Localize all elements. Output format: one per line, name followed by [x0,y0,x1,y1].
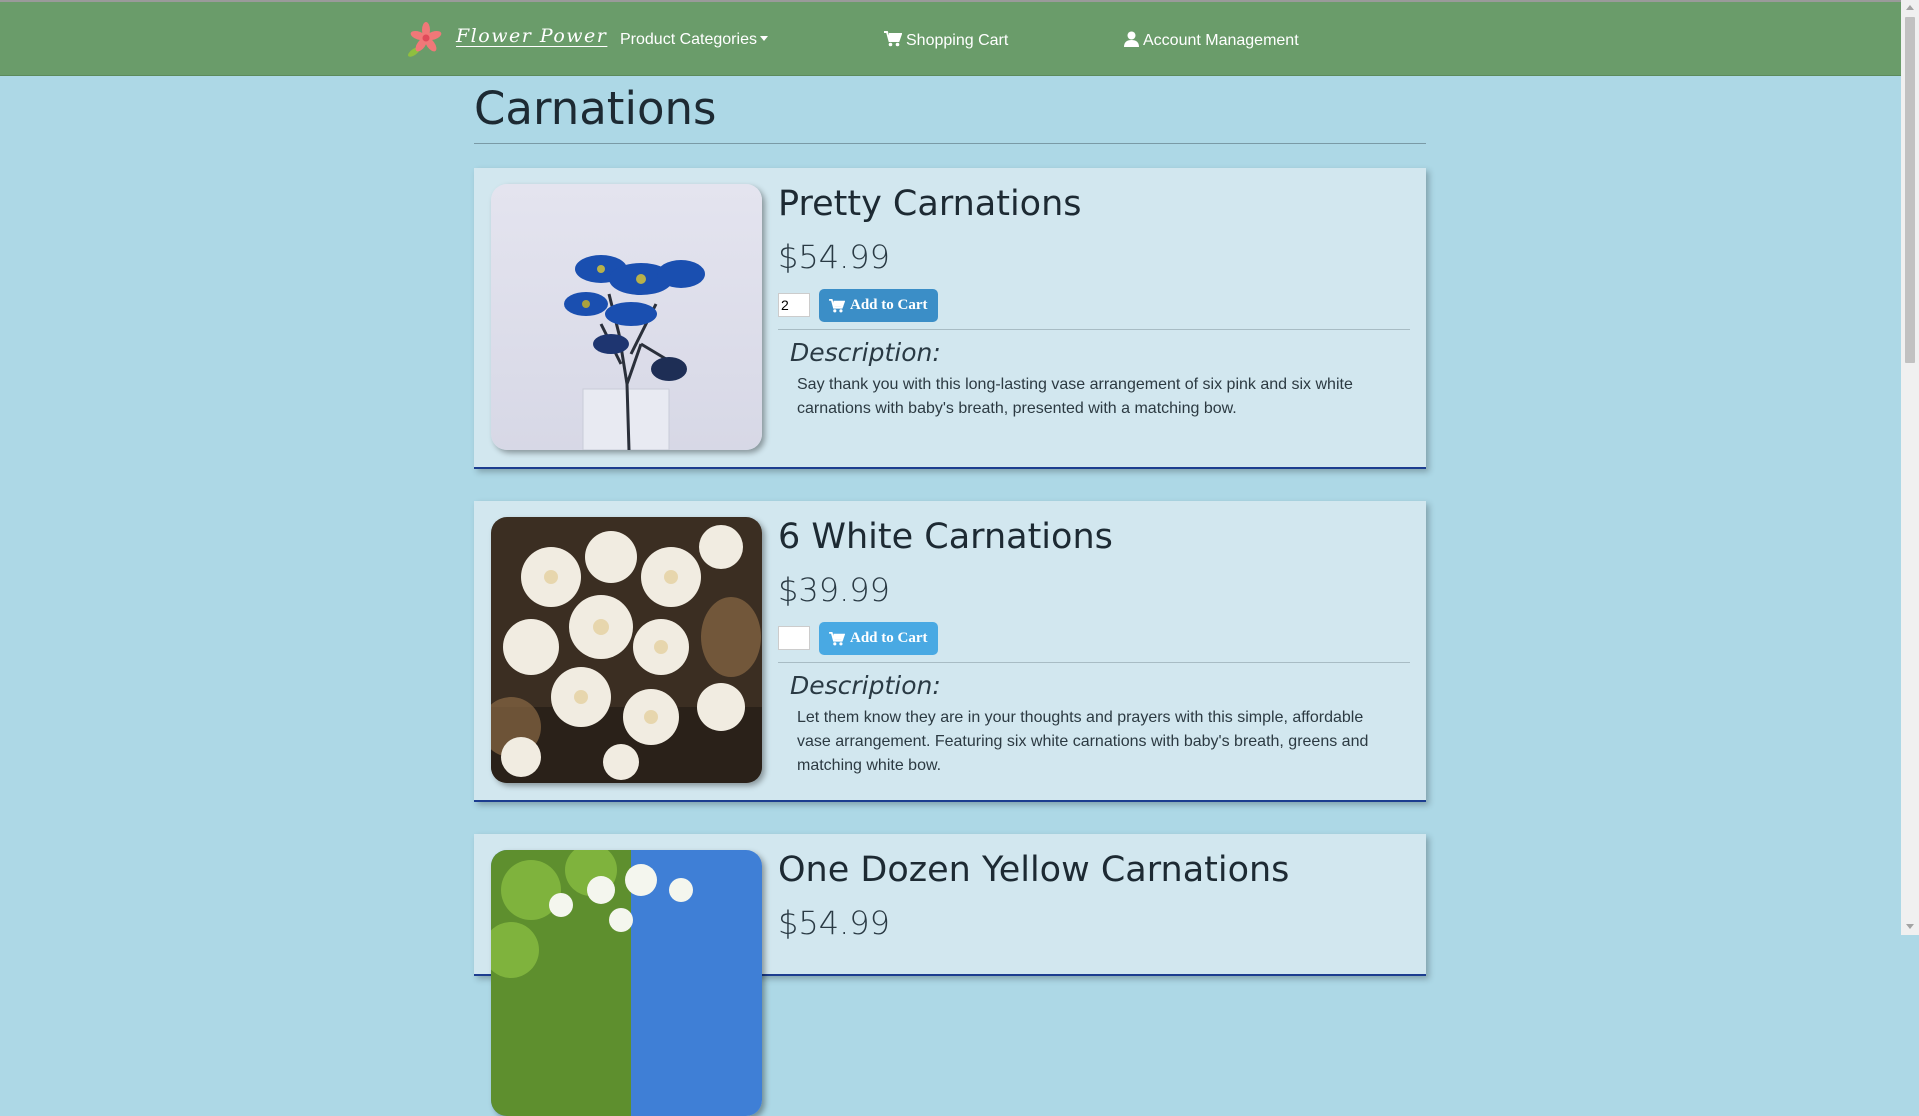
caret-down-icon [759,36,768,41]
description-text: Say thank you with this long-lasting vas… [797,376,1353,417]
product-price: $54.99 [778,238,890,276]
shopping-cart-icon [829,298,845,312]
product-name[interactable]: 6 White Carnations [778,517,1113,557]
product-name[interactable]: Pretty Carnations [778,184,1082,224]
add-to-cart-button[interactable]: Add to Cart [819,622,938,655]
user-icon [1124,31,1139,47]
product-card: One Dozen Yellow Carnations $54.99 [474,834,1426,1116]
product-price: $54.99 [778,904,890,942]
scrollbar-thumb[interactable] [1905,17,1915,363]
brand-link[interactable]: Flower Power [456,25,607,47]
nav-account-management[interactable]: Account Management [1124,31,1299,50]
product-price: $39.99 [778,571,890,609]
nav-product-categories[interactable]: Product Categories [620,31,768,49]
scroll-down-icon[interactable] [1906,924,1914,929]
nav-shopping-cart-label: Shopping Cart [906,32,1009,49]
title-divider [474,143,1426,144]
product-card: 6 White Carnations $39.99 Add to Cart De… [474,501,1426,802]
description-text: Let them know they are in your thoughts … [797,709,1369,774]
product-image[interactable] [491,184,762,450]
page-title: Carnations [474,82,717,135]
navbar: Flower Power Product Categories Shopping… [0,2,1901,76]
product-image[interactable] [491,850,762,1116]
card-divider [778,662,1410,663]
vertical-scrollbar[interactable] [1901,0,1919,935]
product-card: Pretty Carnations $54.99 Add to Cart Des… [474,168,1426,469]
shopping-cart-icon [829,631,845,645]
quantity-input[interactable] [778,626,810,650]
quantity-input[interactable] [778,293,810,317]
nav-account-management-label: Account Management [1143,32,1299,49]
card-divider [778,329,1410,330]
product-image[interactable] [491,517,762,783]
add-to-cart-button[interactable]: Add to Cart [819,289,938,322]
scroll-up-icon[interactable] [1906,5,1914,10]
flower-logo-icon[interactable] [404,20,444,60]
add-to-cart-label: Add to Cart [850,630,928,646]
description-heading: Description: [790,338,941,367]
add-to-cart-label: Add to Cart [850,297,928,313]
product-name[interactable]: One Dozen Yellow Carnations [778,850,1289,890]
shopping-cart-icon [884,31,903,47]
nav-shopping-cart[interactable]: Shopping Cart [884,31,1008,50]
description-heading: Description: [790,671,941,700]
nav-product-categories-label: Product Categories [620,31,757,48]
